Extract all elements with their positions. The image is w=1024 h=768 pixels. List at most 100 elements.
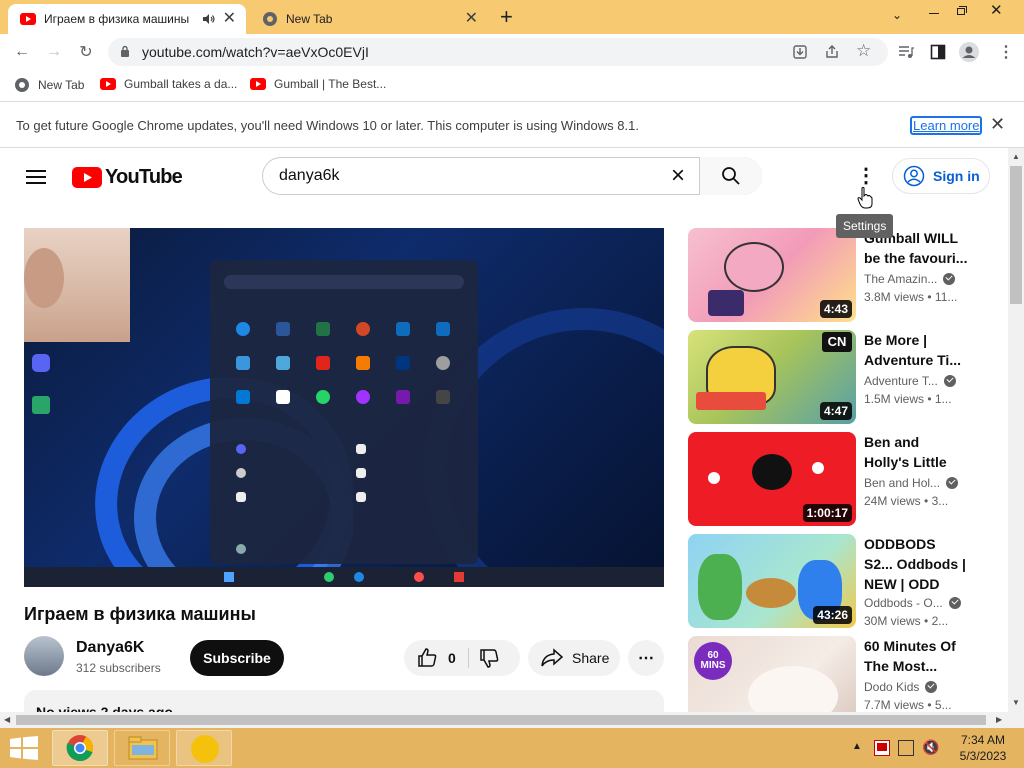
like-count: 0: [448, 650, 456, 666]
sign-in-button[interactable]: Sign in: [892, 158, 990, 194]
scrollbar-thumb[interactable]: [16, 715, 986, 725]
media-control-icon[interactable]: [898, 45, 914, 59]
scrollbar-thumb[interactable]: [1010, 166, 1022, 304]
recommendation-channel[interactable]: Dodo Kids: [864, 680, 938, 694]
horizontal-scrollbar[interactable]: ◀ ▶: [0, 712, 1024, 728]
view-count-date: No views 2 days ago: [36, 704, 173, 712]
scroll-up-icon[interactable]: ▲: [1012, 152, 1020, 161]
recommendation-item[interactable]: 1:00:17 Ben and Holly's Little Kingdo...…: [688, 432, 968, 526]
search-input[interactable]: danya6k: [279, 167, 340, 185]
volume-muted-icon[interactable]: 🔇: [922, 739, 939, 756]
share-button[interactable]: Share: [528, 640, 620, 676]
windows-start-icon[interactable]: [10, 736, 38, 760]
scroll-down-icon[interactable]: ▼: [1012, 698, 1020, 707]
minimize-icon[interactable]: [924, 3, 944, 23]
youtube-masthead: YouTube danya6k × ⋮ Sign in: [0, 148, 1008, 209]
network-icon[interactable]: [898, 740, 914, 756]
restore-icon[interactable]: [955, 3, 969, 17]
scroll-right-icon[interactable]: ▶: [996, 715, 1002, 724]
recommendation-title[interactable]: 60 Minutes Of The Most...: [864, 636, 968, 676]
account-circle-icon: [903, 165, 925, 187]
bookmark-star-icon[interactable]: ☆: [856, 41, 871, 61]
profile-avatar-icon[interactable]: [959, 42, 979, 62]
search-box[interactable]: danya6k ×: [262, 157, 762, 195]
channel-avatar[interactable]: [24, 636, 64, 676]
recommendation-channel[interactable]: The Amazin...: [864, 272, 956, 286]
close-tab-icon[interactable]: ✕: [465, 11, 478, 27]
channel-name[interactable]: Danya6K: [76, 639, 144, 657]
address-bar[interactable]: youtube.com/watch?v=aeVxOc0EVjI ☆: [108, 38, 888, 66]
infobar-close-icon[interactable]: ✕: [990, 114, 1005, 135]
video-thumbnail[interactable]: 1:00:17: [688, 432, 856, 526]
scroll-left-icon[interactable]: ◀: [4, 715, 10, 724]
recommendation-item[interactable]: 60 MINS 60 Minutes Of The Most... Dodo Ki…: [688, 636, 968, 712]
recent-roblox-icon: [356, 444, 366, 454]
recommendation-title[interactable]: Ben and Holly's Little Kingdo...: [864, 432, 968, 472]
video-thumbnail[interactable]: 60 MINS: [688, 636, 856, 712]
dislike-button[interactable]: [478, 647, 500, 672]
audio-playing-icon[interactable]: [202, 13, 216, 25]
recent-file-icon: [356, 468, 366, 478]
new-tab-button[interactable]: +: [500, 4, 513, 30]
tab-youtube-video[interactable]: Играем в физика машины ✕: [8, 4, 246, 34]
taskbar-file-explorer[interactable]: [114, 730, 170, 766]
taskbar-app[interactable]: [176, 730, 232, 766]
recommendation-title[interactable]: Be More | Adventure Ti...: [864, 330, 968, 370]
video-thumbnail[interactable]: CN 4:47: [688, 330, 856, 424]
taskbar-chrome[interactable]: [52, 730, 108, 766]
youtube-favicon-icon: [20, 13, 36, 25]
recommendation-item[interactable]: 4:43 Gumball WILL be the favouri... The …: [688, 228, 968, 322]
learn-more-link[interactable]: Learn more: [910, 116, 983, 135]
like-button[interactable]: 0: [404, 640, 468, 676]
video-thumbnail[interactable]: 43:26: [688, 534, 856, 628]
windows-taskbar: ▲ 🔇 7:34 AM 5/3/2023: [0, 728, 1024, 768]
excel-app-icon: [316, 322, 330, 336]
install-app-icon[interactable]: [792, 44, 808, 60]
recommendation-item[interactable]: CN 4:47 Be More | Adventure Ti... Advent…: [688, 330, 968, 424]
sixty-mins-badge: 60 MINS: [694, 642, 732, 680]
infobar-message: To get future Google Chrome updates, you…: [16, 118, 639, 133]
share-page-icon[interactable]: [824, 44, 840, 60]
recommendation-title[interactable]: ODDBODS S2... Oddbods | NEW | ODD COOKIN…: [864, 534, 968, 594]
tab-search-chevron-icon[interactable]: ⌄: [892, 8, 902, 22]
video-player[interactable]: [24, 228, 664, 587]
recent-discord-icon: [236, 444, 246, 454]
reload-icon[interactable]: ↻: [74, 41, 98, 63]
start-search-bar: [224, 275, 464, 289]
clear-search-icon[interactable]: ×: [671, 162, 685, 190]
verified-badge-icon: [925, 681, 938, 693]
onenote-app-icon: [396, 390, 410, 404]
recommendation-meta: 30M views • 2...: [864, 614, 949, 628]
bookmark-gumball-1[interactable]: Gumball takes a da...: [100, 77, 237, 91]
tab-new-tab[interactable]: New Tab ✕: [250, 4, 488, 34]
back-icon[interactable]: ←: [10, 41, 34, 63]
forward-icon[interactable]: →: [42, 41, 66, 63]
bookmark-new-tab[interactable]: New Tab: [14, 77, 84, 93]
search-button[interactable]: [699, 157, 762, 195]
side-panel-icon[interactable]: [930, 44, 946, 60]
guide-menu-icon[interactable]: [26, 166, 46, 188]
subscribe-button[interactable]: Subscribe: [190, 640, 284, 676]
close-window-icon[interactable]: ✕: [990, 1, 1003, 19]
close-tab-icon[interactable]: ✕: [223, 11, 236, 27]
chrome-menu-icon[interactable]: ⋮: [998, 42, 1014, 62]
recommendation-channel[interactable]: Adventure T...: [864, 374, 956, 388]
bookmark-gumball-2[interactable]: Gumball | The Best...: [250, 77, 386, 91]
more-actions-icon[interactable]: ⋯: [628, 640, 664, 676]
settings-kebab-icon[interactable]: ⋮: [856, 163, 876, 188]
search-icon: [722, 167, 740, 185]
recommendation-channel[interactable]: Oddbods - O...: [864, 596, 961, 610]
youtube-logo[interactable]: YouTube: [72, 166, 183, 189]
youtube-wordmark: YouTube: [105, 166, 183, 188]
description-box[interactable]: No views 2 days ago: [24, 690, 664, 712]
vertical-scrollbar[interactable]: ▲ ▼: [1008, 148, 1024, 712]
video-thumbnail[interactable]: 4:43: [688, 228, 856, 322]
recommendation-item[interactable]: 43:26 ODDBODS S2... Oddbods | NEW | ODD …: [688, 534, 968, 628]
verified-badge-icon: [943, 273, 956, 285]
recommendation-channel[interactable]: Ben and Hol...: [864, 476, 959, 490]
adobe-app-icon: [316, 356, 330, 370]
action-center-flag-icon[interactable]: [874, 740, 890, 756]
booking-app-icon: [396, 356, 410, 370]
tray-overflow-icon[interactable]: ▲: [852, 741, 862, 752]
system-clock[interactable]: 7:34 AM 5/3/2023: [950, 732, 1016, 764]
